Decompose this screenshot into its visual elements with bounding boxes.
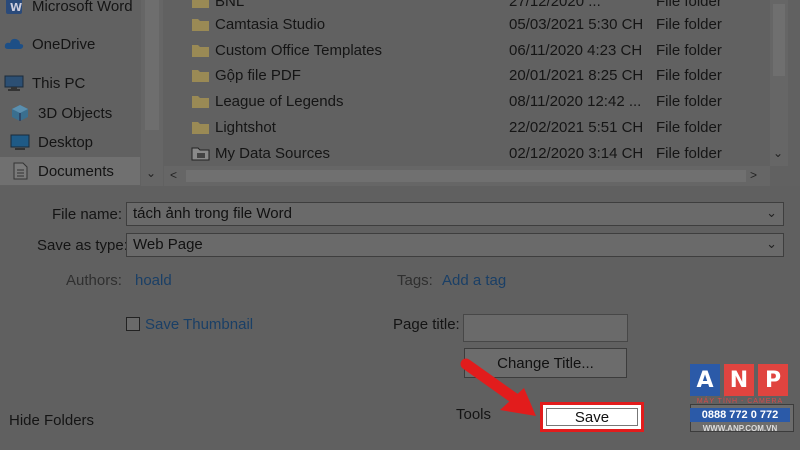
authors-value[interactable]: hoald <box>135 272 172 289</box>
save-as-dialog: W Microsoft Word OneDrive This PC 3D Obj… <box>0 0 800 450</box>
logo-letter-n: N <box>724 364 754 396</box>
logo-letter-a: A <box>690 364 720 396</box>
chevron-down-icon[interactable]: ⌄ <box>766 205 777 221</box>
navigation-scrollbar[interactable]: ⌄ <box>141 0 163 186</box>
hide-folders-button[interactable]: Hide Folders <box>9 412 94 429</box>
data-source-icon <box>191 145 210 161</box>
chevron-right-icon[interactable]: > <box>750 168 757 182</box>
logo-website: WWW.ANP.COM.VN <box>702 424 778 433</box>
sidebar-item-desktop[interactable]: Desktop <box>10 128 93 156</box>
navigation-pane: W Microsoft Word OneDrive This PC 3D Obj… <box>0 0 164 186</box>
save-as-type-label: Save as type: <box>37 237 128 254</box>
save-thumbnail-checkbox[interactable] <box>126 317 140 331</box>
file-name-input[interactable]: tách ảnh trong file Word ⌄ <box>126 202 784 226</box>
save-as-type-select[interactable]: Web Page ⌄ <box>126 233 784 257</box>
scrollbar-thumb[interactable] <box>186 170 746 182</box>
save-button[interactable]: Save <box>540 402 644 432</box>
tags-label: Tags: <box>397 272 433 289</box>
list-item[interactable]: Gộp file PDF 20/01/2021 8:25 CH File fol… <box>164 62 774 88</box>
file-list-vertical-scrollbar[interactable]: ⌄ <box>770 0 788 166</box>
file-list: BNL 27/12/2020 ... File folder Camtasia … <box>164 0 800 186</box>
sidebar-item-label: Microsoft Word <box>32 0 133 15</box>
list-item[interactable]: Lightshot 22/02/2021 5:51 CH File folder <box>164 114 774 140</box>
red-arrow-icon <box>460 358 536 416</box>
computer-icon <box>4 74 24 92</box>
folder-icon <box>191 0 210 9</box>
chevron-left-icon[interactable]: < <box>170 168 177 182</box>
folder-icon <box>191 67 210 83</box>
anp-logo-watermark: A N P MÁY TÍNH - CAMERA 0888 772 0 772 W… <box>690 364 790 442</box>
sidebar-item-onedrive[interactable]: OneDrive <box>4 30 95 58</box>
sidebar-item-this-pc[interactable]: This PC <box>4 69 85 97</box>
sidebar-item-microsoft-word[interactable]: W Microsoft Word <box>4 0 133 20</box>
cube-icon <box>10 104 30 122</box>
add-tag-link[interactable]: Add a tag <box>442 272 506 289</box>
cloud-icon <box>4 35 24 53</box>
list-item[interactable]: Custom Office Templates 06/11/2020 4:23 … <box>164 37 774 63</box>
sidebar-item-label: OneDrive <box>32 35 96 53</box>
list-item[interactable]: League of Legends 08/11/2020 12:42 ... F… <box>164 88 774 114</box>
document-icon <box>10 162 30 180</box>
folder-icon <box>191 119 210 135</box>
scrollbar-thumb[interactable] <box>145 0 159 130</box>
folder-icon <box>191 93 210 109</box>
list-item[interactable]: Camtasia Studio 05/03/2021 5:30 CH File … <box>164 11 774 37</box>
scrollbar-thumb[interactable] <box>773 4 785 76</box>
save-thumbnail-label[interactable]: Save Thumbnail <box>145 316 253 333</box>
page-title-label: Page title: <box>393 316 460 333</box>
sidebar-item-label: Documents <box>38 162 114 180</box>
svg-text:W: W <box>10 1 22 14</box>
folder-icon <box>191 16 210 32</box>
sidebar-item-3d-objects[interactable]: 3D Objects <box>10 99 112 127</box>
sidebar-item-label: 3D Objects <box>38 104 113 122</box>
sidebar-item-documents[interactable]: Documents <box>0 157 140 185</box>
folder-icon <box>191 42 210 58</box>
page-title-input[interactable] <box>463 314 628 342</box>
desktop-icon <box>10 133 30 151</box>
sidebar-item-label: Desktop <box>38 133 94 151</box>
logo-tagline: MÁY TÍNH - CAMERA <box>696 398 784 405</box>
chevron-down-icon[interactable]: ⌄ <box>773 146 783 160</box>
authors-label: Authors: <box>66 272 122 289</box>
chevron-down-icon[interactable]: ⌄ <box>766 236 777 252</box>
word-icon: W <box>4 0 24 15</box>
file-name-label: File name: <box>52 206 123 223</box>
file-list-horizontal-scrollbar[interactable]: < > <box>164 166 770 186</box>
list-item[interactable]: My Data Sources 02/12/2020 3:14 CH File … <box>164 140 774 166</box>
logo-letter-p: P <box>758 364 788 396</box>
logo-phone: 0888 772 0 772 <box>690 408 790 422</box>
sidebar-item-label: This PC <box>32 74 86 92</box>
chevron-down-icon[interactable]: ⌄ <box>146 166 156 180</box>
